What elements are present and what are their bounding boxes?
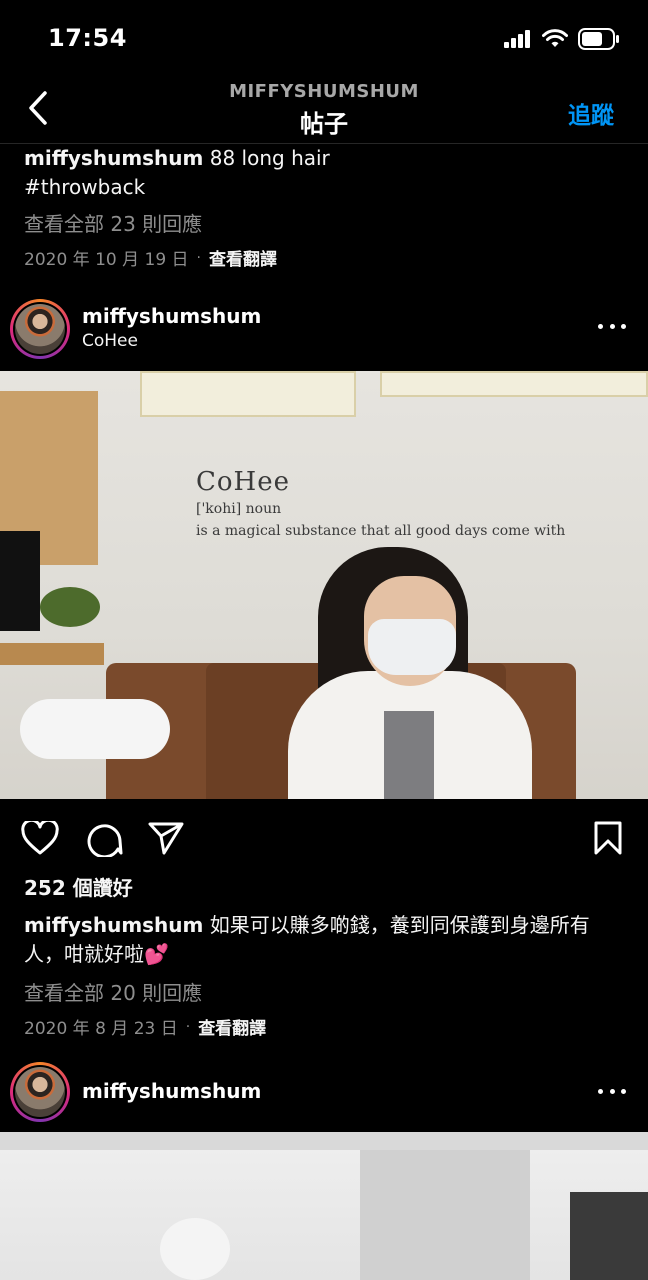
status-time: 17:54 (48, 24, 127, 52)
more-horizontal-icon (598, 1088, 603, 1094)
page-title: 帖子 (300, 110, 348, 138)
more-options-button[interactable] (598, 1083, 626, 1099)
heart-icon (21, 821, 59, 855)
view-all-comments-link[interactable]: 查看全部 23 則回應 (24, 208, 624, 237)
like-button[interactable] (20, 818, 60, 858)
see-translation-link[interactable]: 查看翻譯 (209, 245, 277, 270)
comment-button[interactable] (84, 818, 124, 858)
status-icons (504, 28, 620, 50)
comment-icon (87, 824, 123, 857)
caption: miffyshumshum 如果可以賺多啲錢，養到同保護到身邊所有人，咁就好啦💕 (24, 911, 624, 969)
post-photo[interactable] (0, 1132, 648, 1280)
post-header: miffyshumshum (0, 1059, 648, 1131)
post-photo[interactable]: CoHee ['kohi] noun is a magical substanc… (0, 371, 648, 799)
post-caption-block: 252 個讚好 miffyshumshum 如果可以賺多啲錢，養到同保護到身邊所… (24, 874, 624, 1039)
hashtag-link[interactable]: #throwback (24, 173, 624, 202)
cellular-signal-icon (504, 30, 530, 48)
caption-username[interactable]: miffyshumshum (24, 913, 203, 937)
post-actions (0, 808, 648, 868)
more-options-button[interactable] (598, 318, 626, 334)
post-username[interactable]: miffyshumshum (82, 304, 261, 328)
send-icon (148, 822, 184, 855)
caption: miffyshumshum 88 long hair (24, 144, 624, 173)
post-date: 2020 年 10 月 19 日 (24, 250, 189, 270)
likes-count[interactable]: 252 個讚好 (24, 874, 624, 903)
prev-post-caption-block: miffyshumshum 88 long hair #throwback 查看… (24, 144, 624, 270)
nav-header: MIFFYSHUMSHUM 帖子 追蹤 (0, 78, 648, 144)
bookmark-icon (594, 821, 622, 855)
post-meta: 2020 年 8 月 23 日 · 查看翻譯 (24, 1014, 624, 1040)
avatar[interactable] (10, 1062, 70, 1122)
save-button[interactable] (588, 818, 628, 858)
see-translation-link[interactable]: 查看翻譯 (198, 1014, 266, 1039)
wall-lettering: CoHee ['kohi] noun is a magical substanc… (196, 467, 566, 539)
wifi-icon (542, 29, 568, 47)
caption-text: 88 long hair (209, 146, 330, 170)
profile-username-subtitle: MIFFYSHUMSHUM (229, 81, 419, 102)
post-meta: 2020 年 10 月 19 日 · 查看翻譯 (24, 245, 624, 271)
post-username[interactable]: miffyshumshum (82, 1079, 261, 1103)
follow-button[interactable]: 追蹤 (568, 96, 614, 130)
view-all-comments-link[interactable]: 查看全部 20 則回應 (24, 977, 624, 1006)
post-header: miffyshumshum CoHee (0, 296, 648, 368)
battery-icon (578, 28, 619, 50)
separator: · (196, 249, 201, 266)
caption-username[interactable]: miffyshumshum (24, 146, 203, 170)
share-button[interactable] (146, 818, 186, 858)
post-date: 2020 年 8 月 23 日 (24, 1019, 178, 1039)
post-location[interactable]: CoHee (82, 331, 138, 351)
more-horizontal-icon (598, 323, 603, 329)
separator: · (185, 1018, 191, 1035)
status-bar: 17:54 (0, 0, 648, 78)
avatar[interactable] (10, 299, 70, 359)
